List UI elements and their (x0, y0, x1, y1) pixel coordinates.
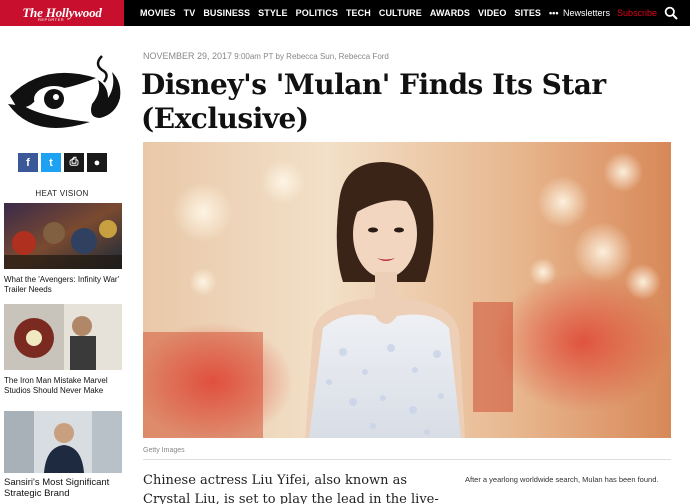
nav-menu: MOVIES TV BUSINESS STYLE POLITICS TECH C… (136, 0, 562, 26)
nav-more-button[interactable]: ••• (545, 8, 562, 18)
photo-credit: Getty Images (143, 447, 185, 454)
nav-item-politics[interactable]: POLITICS (292, 8, 342, 18)
heat-vision-eye-icon (8, 55, 121, 128)
nav-item-culture[interactable]: CULTURE (375, 8, 426, 18)
subscribe-link[interactable]: Subscribe (617, 8, 657, 18)
nav-item-style[interactable]: STYLE (254, 8, 292, 18)
article-time-authors: 9:00am PT by Rebecca Sun, Rebecca Ford (234, 52, 389, 61)
article-headline: Disney's 'Mulan' Finds Its Star (Exclusi… (141, 68, 606, 135)
rail-story-3-thumbnail[interactable] (4, 411, 122, 473)
print-button[interactable]: ⎙ (64, 153, 84, 172)
rail-story-2-caption[interactable]: The Iron Man Mistake Marvel Studios Shou… (4, 376, 122, 396)
nav-item-movies[interactable]: MOVIES (136, 8, 180, 18)
rail-story-1-caption[interactable]: What the 'Avengers: Infinity War' Traile… (4, 275, 122, 295)
facebook-share-button[interactable]: f (18, 153, 38, 172)
search-icon[interactable] (664, 6, 678, 20)
nav-right-group: Newsletters Subscribe (563, 0, 678, 26)
twitter-share-button[interactable]: t (41, 153, 61, 172)
site-logo[interactable]: The Hollywood REPORTER (0, 0, 124, 26)
nav-item-sites[interactable]: SITES (511, 8, 546, 18)
rail-heading: HEAT VISION (35, 189, 89, 198)
content-divider (143, 459, 671, 460)
newsletters-link[interactable]: Newsletters (563, 8, 610, 18)
article-hero-image (143, 142, 671, 438)
comment-button[interactable]: ● (87, 153, 107, 172)
article-date: NOVEMBER 29, 2017 (143, 51, 233, 61)
article-lede-paragraph: Chinese actress Liu Yifei, also known as… (143, 473, 439, 504)
site-logo-subtext: REPORTER (38, 17, 65, 22)
article-byline: NOVEMBER 29, 2017 9:00am PT by Rebecca S… (143, 51, 389, 61)
nav-item-tv[interactable]: TV (180, 8, 200, 18)
rail-story-1-thumbnail[interactable] (4, 203, 122, 269)
rail-story-2-thumbnail[interactable] (4, 304, 122, 370)
rail-story-3-caption[interactable]: Sansiri's Most Significant Strategic Bra… (4, 477, 122, 499)
nav-item-video[interactable]: VIDEO (474, 8, 511, 18)
nav-item-tech[interactable]: TECH (342, 8, 375, 18)
top-nav-bar: The Hollywood REPORTER MOVIES TV BUSINES… (0, 0, 690, 26)
nav-item-business[interactable]: BUSINESS (199, 8, 254, 18)
nav-item-awards[interactable]: AWARDS (426, 8, 474, 18)
share-toolbar: f t ⎙ ● (18, 153, 107, 172)
article-side-note: After a yearlong worldwide search, Mulan… (465, 475, 659, 484)
